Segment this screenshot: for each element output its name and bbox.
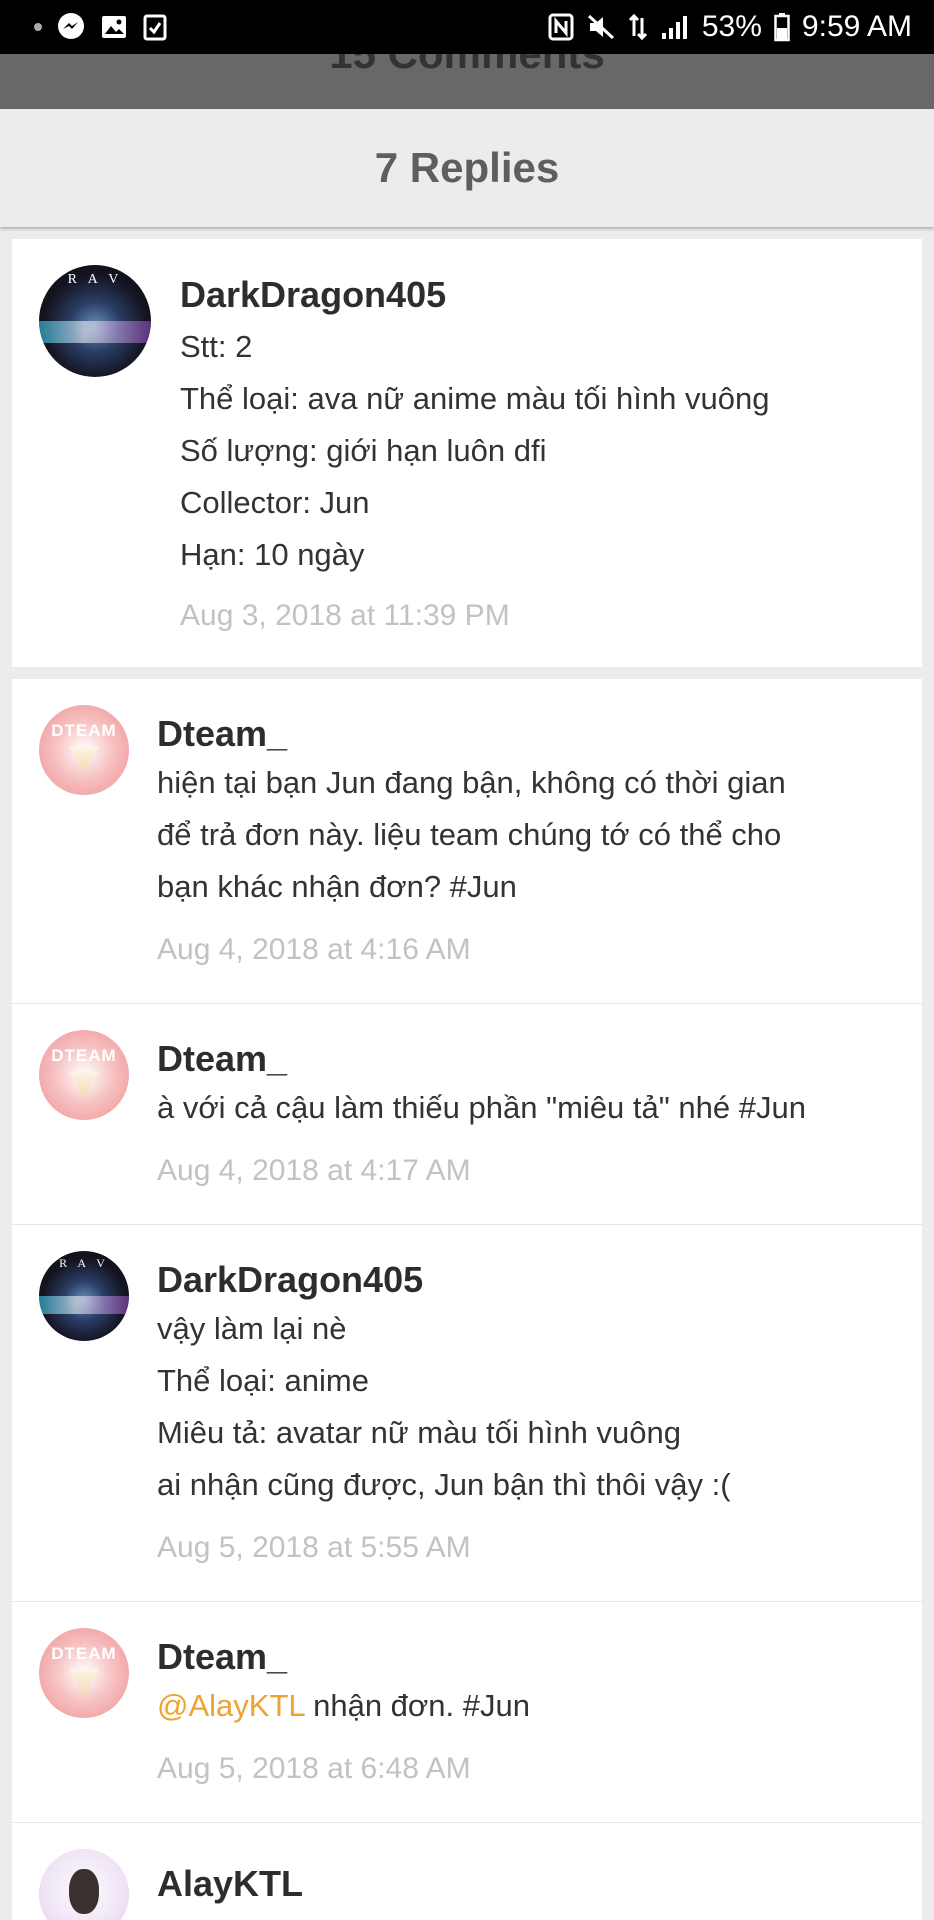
reply-line: để trả đơn này. liệu team chúng tớ có th… [157, 817, 782, 852]
timestamp: Aug 5, 2018 at 6:48 AM [157, 1752, 471, 1785]
avatar-glow [39, 1296, 129, 1314]
reply-line: Miêu tả: avatar nữ màu tối hình vuông [157, 1415, 681, 1450]
avatar[interactable]: DTEAM [39, 705, 129, 795]
signal-icon [660, 13, 690, 41]
username[interactable]: Dteam_ [157, 713, 287, 755]
timestamp: Aug 4, 2018 at 4:16 AM [157, 933, 471, 966]
avatar[interactable]: R A V [39, 265, 151, 377]
comments-panel-behind: 15 Comments [0, 54, 934, 109]
task-icon [142, 13, 168, 41]
battery-percent: 53% [701, 10, 762, 43]
replies-header: 7 Replies [0, 109, 934, 227]
divider [12, 1601, 922, 1602]
reply-line: à với cả cậu làm thiếu phần "miêu tả" nh… [157, 1090, 806, 1125]
divider [12, 1224, 922, 1225]
avatar[interactable]: R A V [39, 1251, 129, 1341]
status-bar: 53% 9:59 AM [0, 0, 934, 54]
avatar[interactable]: DTEAM [39, 1030, 129, 1120]
reply-body: hiện tại bạn Jun đang bận, không có thời… [157, 757, 786, 913]
replies-list: DTEAM Dteam_ hiện tại bạn Jun đang bận, … [12, 679, 922, 1920]
page-title: 7 Replies [374, 144, 560, 191]
reply-body: vậy làm lại nè Thể loại: anime Miêu tả: … [157, 1303, 731, 1511]
username[interactable]: Dteam_ [157, 1636, 287, 1678]
avatar-icecream [69, 1071, 99, 1099]
messenger-icon [56, 12, 86, 42]
data-icon [628, 12, 648, 42]
clock: 9:59 AM [801, 10, 912, 43]
user-mention-link[interactable]: @AlayKTL [157, 1688, 304, 1723]
comment-line: Số lượng: giới hạn luôn dfi [180, 433, 547, 468]
comment-line: Stt: 2 [180, 329, 253, 364]
mute-icon [586, 13, 616, 41]
comments-count-title: 15 Comments [0, 54, 934, 78]
notification-dot-icon [34, 23, 42, 31]
reply-line: @AlayKTL nhận đơn. #Jun [157, 1680, 530, 1732]
avatar-icecream [69, 746, 99, 774]
avatar[interactable]: DTEAM [39, 1628, 129, 1718]
avatar-logo-text: DTEAM [51, 721, 117, 741]
avatar-figure [68, 1868, 100, 1914]
reply-text: nhận đơn. #Jun [304, 1688, 530, 1723]
battery-icon [774, 12, 790, 42]
avatar-glow [39, 321, 151, 344]
reply-line: Thể loại: anime [157, 1363, 369, 1398]
comment-line: Collector: Jun [180, 485, 370, 520]
timestamp: Aug 4, 2018 at 4:17 AM [157, 1154, 471, 1187]
username[interactable]: Dteam_ [157, 1038, 287, 1080]
divider [12, 1822, 922, 1823]
comment-line: Thể loại: ava nữ anime màu tối hình vuôn… [180, 381, 770, 416]
reply-line: hiện tại bạn Jun đang bận, không có thời… [157, 765, 786, 800]
reply-line: ai nhận cũng được, Jun bận thì thôi vậy … [157, 1467, 731, 1502]
timestamp: Aug 5, 2018 at 5:55 AM [157, 1531, 471, 1564]
avatar-letters: R A V [67, 271, 123, 287]
avatar-letters: R A V [59, 1256, 109, 1271]
nfc-icon [548, 13, 574, 41]
gallery-icon [100, 13, 128, 41]
username[interactable]: DarkDragon405 [157, 1259, 423, 1301]
original-comment-card: R A V DarkDragon405 Stt: 2 Thể loại: ava… [12, 239, 922, 667]
avatar[interactable] [39, 1849, 129, 1920]
reply-body: à với cả cậu làm thiếu phần "miêu tả" nh… [157, 1082, 806, 1134]
username[interactable]: DarkDragon405 [180, 274, 446, 316]
comment-body: Stt: 2 Thể loại: ava nữ anime màu tối hì… [180, 321, 769, 581]
username[interactable]: AlayKTL [157, 1863, 303, 1905]
avatar-logo-text: DTEAM [51, 1046, 117, 1066]
avatar-icecream [69, 1669, 99, 1697]
reply-line: bạn khác nhận đơn? #Jun [157, 869, 517, 904]
reply-line: vậy làm lại nè [157, 1311, 347, 1346]
avatar-logo-text: DTEAM [51, 1644, 117, 1664]
reply-body: @AlayKTL nhận đơn. #Jun [157, 1680, 530, 1732]
divider [12, 1003, 922, 1004]
comment-line: Hạn: 10 ngày [180, 537, 365, 572]
timestamp: Aug 3, 2018 at 11:39 PM [180, 599, 510, 632]
